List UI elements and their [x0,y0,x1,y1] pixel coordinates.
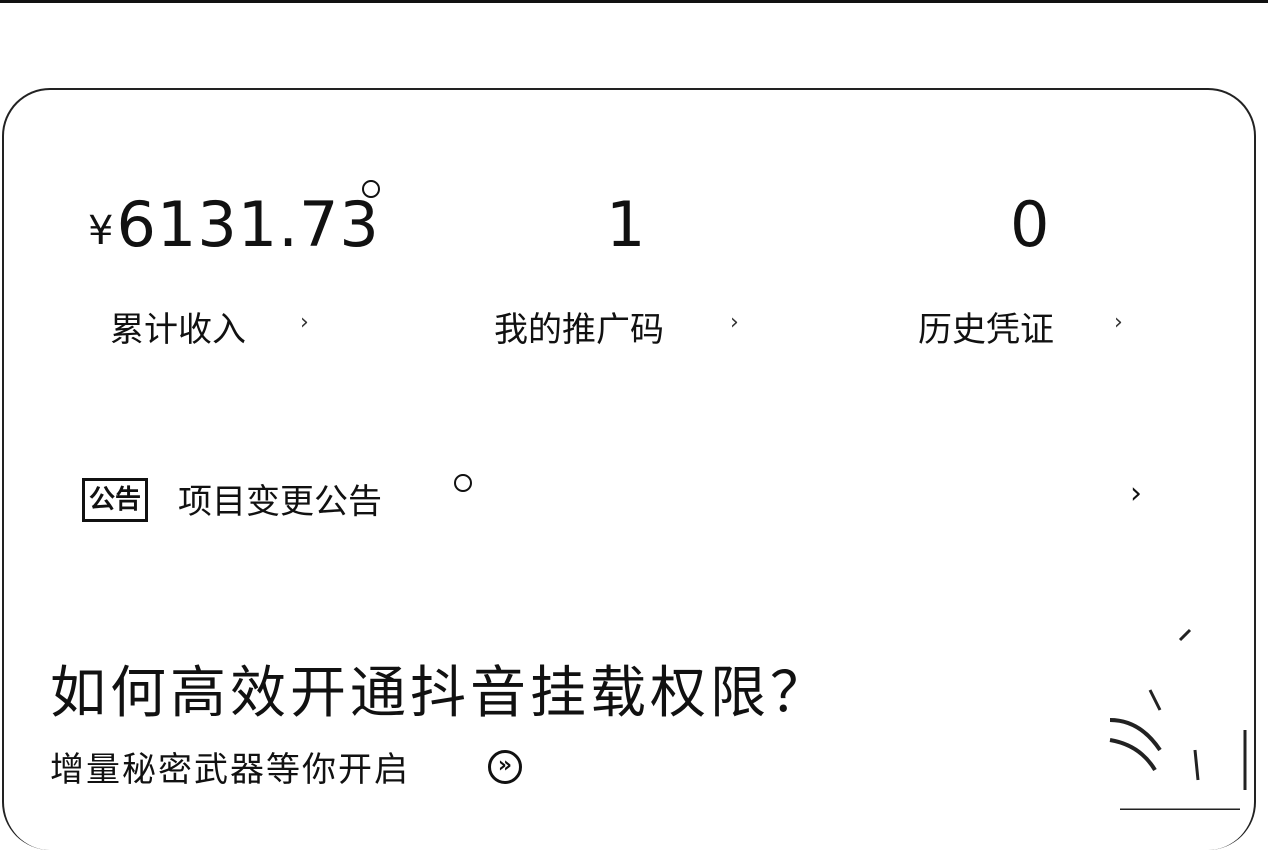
announcement-text: 项目变更公告 [178,482,382,522]
chevron-right-icon: › [1114,310,1123,335]
announcement-tag: 公告 [82,478,149,522]
chevron-right-icon: › [300,310,309,335]
indicator-circle-icon [454,474,472,492]
chevron-right-icon: › [1130,476,1142,511]
announcement-row[interactable]: 公告 项目变更公告 › [82,472,1162,532]
indicator-circle-icon [362,180,380,198]
double-chevron-right-icon[interactable]: » [488,750,522,784]
history-vouchers-label: 历史凭证 [918,310,1054,350]
promo-subtitle: 增量秘密武器等你开启 [50,750,410,790]
chevron-right-icon: › [730,310,739,335]
currency-symbol: ¥ [88,208,115,254]
promo-title: 如何高效开通抖音挂载权限？ [50,661,830,726]
total-income-value: ¥6131.73 [88,188,380,261]
total-income-label: 累计收入 [110,310,246,350]
referral-code-label: 我的推广码 [494,310,664,350]
top-divider [0,0,1268,3]
referral-code-value: 1 [606,188,647,261]
decorative-illustration [1109,628,1247,810]
history-vouchers-value: 0 [1010,188,1051,261]
